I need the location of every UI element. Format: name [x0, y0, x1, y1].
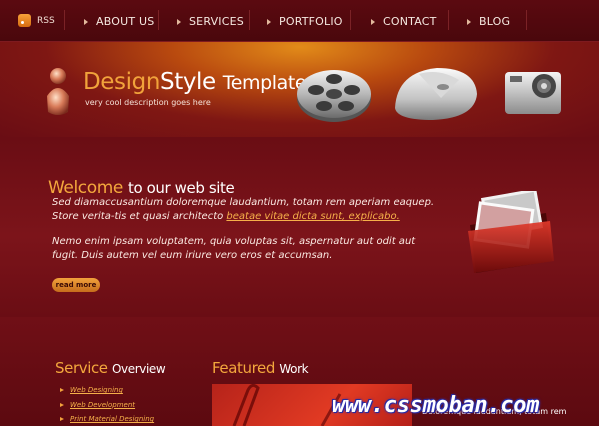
nav-item-label: BLOG [479, 15, 511, 28]
service-item[interactable]: Web Designing [60, 383, 154, 398]
read-more-button[interactable]: read more [52, 278, 100, 292]
mouse-icon [395, 68, 477, 120]
tagline: very cool description goes here [85, 98, 211, 107]
nav-divider [249, 10, 250, 30]
photo-folder-icon [468, 191, 554, 273]
nav-item-label: SERVICES [189, 15, 244, 28]
top-nav: RSS ABOUT US SERVICES PORTFOLIO CONTACT … [0, 0, 599, 42]
logo-design: Design [83, 69, 161, 95]
rss-icon [18, 14, 31, 27]
logo-style: Style [160, 69, 216, 95]
service-item[interactable]: Web Development [60, 398, 154, 413]
nav-divider [158, 10, 159, 30]
arrow-right-icon [267, 18, 271, 25]
welcome-paragraph-2: Nemo enim ipsam voluptatem, quia volupta… [52, 236, 416, 261]
arrow-right-icon [60, 388, 64, 393]
nav-item-label: PORTFOLIO [279, 15, 343, 28]
nav-item-label: ABOUT US [96, 15, 155, 28]
camera-icon [505, 72, 561, 114]
watermark: www.cssmoban.com [332, 393, 540, 418]
welcome-title-highlight: Welcome [48, 178, 123, 198]
featured-caption-2: ... [442, 421, 449, 426]
service-title-rest: Overview [112, 362, 166, 376]
service-item-label: Web Designing [70, 386, 123, 395]
nav-divider [448, 10, 449, 30]
featured-title-rest: Work [279, 362, 309, 376]
nav-item-portfolio[interactable]: PORTFOLIO [267, 15, 343, 28]
arrow-right-icon [60, 402, 64, 407]
arrow-right-icon [371, 18, 375, 25]
featured-work-title: Featured Work [212, 359, 309, 377]
arrow-right-icon [467, 18, 471, 25]
nav-item-label: CONTACT [383, 15, 437, 28]
header-banner: DesignStyle Template very cool descripti… [0, 42, 599, 137]
service-item[interactable]: Print Material Designing [60, 412, 154, 426]
rss-link[interactable]: RSS [18, 14, 55, 27]
arrow-right-icon [177, 18, 181, 25]
arrow-right-icon [60, 417, 64, 422]
service-item-label: Web Development [70, 400, 136, 409]
service-overview-title: Service Overview [55, 359, 166, 377]
film-reel-icon [297, 70, 371, 122]
service-item-label: Print Material Designing [70, 415, 155, 424]
nav-item-blog[interactable]: BLOG [467, 15, 510, 28]
logo[interactable]: DesignStyle Template [83, 68, 307, 97]
nav-item-about[interactable]: ABOUT US [84, 15, 154, 28]
welcome-section: Welcome to our web site Sed diamaccusant… [0, 137, 599, 317]
featured-title-highlight: Featured [212, 359, 276, 377]
service-title-highlight: Service [55, 359, 108, 377]
nav-divider [64, 10, 65, 30]
nav-divider [526, 10, 527, 30]
arrow-right-icon [84, 18, 88, 25]
nav-divider [350, 10, 351, 30]
welcome-paragraph-1: Sed diamaccusantium doloremque laudantiu… [52, 196, 444, 224]
bottom-section: Service Overview Web Designing Web Devel… [0, 317, 599, 426]
rss-label: RSS [37, 15, 55, 26]
service-list: Web Designing Web Development Print Mate… [60, 383, 154, 426]
welcome-title: Welcome to our web site [48, 178, 235, 198]
nav-item-services[interactable]: SERVICES [177, 15, 244, 28]
nav-item-contact[interactable]: CONTACT [371, 15, 437, 28]
logo-person-icon [47, 68, 69, 115]
welcome-title-rest: to our web site [127, 179, 235, 197]
inline-link[interactable]: beatae vitae dicta sunt, explicabo. [226, 211, 399, 222]
